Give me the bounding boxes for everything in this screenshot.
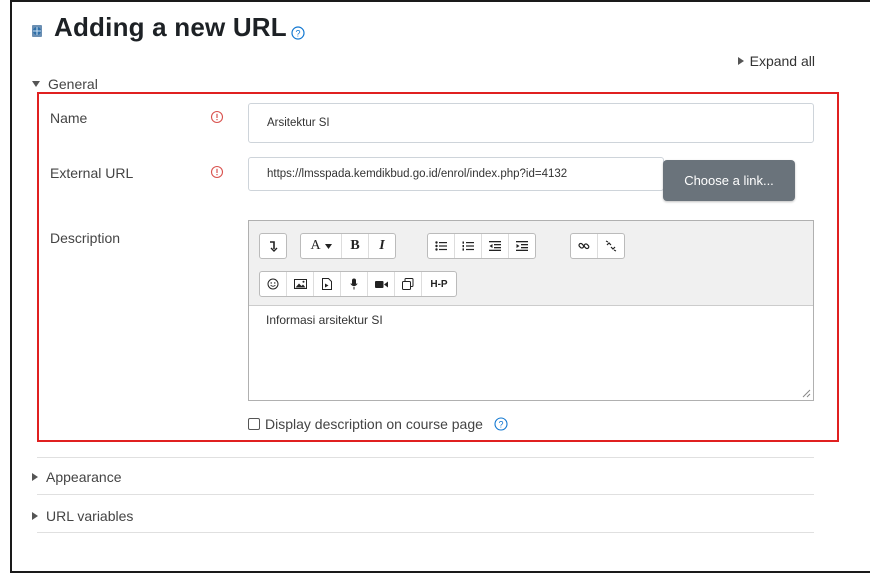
expand-all-link[interactable]: Expand all: [737, 53, 815, 69]
font-style-icon: A: [310, 238, 321, 253]
section-divider: [37, 494, 814, 495]
section-url-variables-label: URL variables: [46, 508, 134, 524]
manage-files-button[interactable]: [395, 272, 422, 296]
section-divider: [37, 457, 814, 458]
collapse-toolbar-button[interactable]: [260, 234, 286, 258]
section-appearance-toggle[interactable]: Appearance: [32, 469, 122, 485]
editor-toolbar: A B I H-P: [249, 221, 813, 306]
required-icon: [210, 165, 224, 184]
media-button[interactable]: [314, 272, 341, 296]
caret-right-icon: [32, 512, 38, 520]
toolbar-group-collapse: [259, 233, 287, 259]
caret-right-icon: [32, 473, 38, 481]
italic-button[interactable]: I: [369, 234, 395, 258]
section-appearance-label: Appearance: [46, 469, 122, 485]
display-description-row: Display description on course page ?: [248, 416, 508, 432]
toolbar-group-text: A B I: [300, 233, 396, 259]
external-url-value: https://lmsspada.kemdikbud.go.id/enrol/i…: [267, 168, 568, 180]
url-module-icon: [32, 24, 42, 37]
outdent-button[interactable]: [482, 234, 509, 258]
indent-button[interactable]: [509, 234, 535, 258]
display-description-label: Display description on course page: [265, 416, 483, 432]
ordered-list-icon: [462, 241, 474, 251]
external-url-label: External URL: [50, 165, 134, 181]
section-general-toggle[interactable]: General: [32, 76, 98, 92]
unordered-list-icon: [435, 241, 447, 251]
toolbar-group-lists: [427, 233, 536, 259]
svg-text:?: ?: [498, 420, 503, 430]
description-text: Informasi arsitektur SI: [266, 313, 383, 327]
resize-handle-icon[interactable]: [802, 389, 811, 398]
font-style-button[interactable]: A: [301, 234, 342, 258]
image-button[interactable]: [287, 272, 314, 296]
chevron-down-icon: [324, 243, 332, 249]
indent-icon: [516, 241, 528, 251]
italic-icon: I: [379, 238, 385, 253]
bold-icon: B: [350, 238, 360, 253]
video-camera-icon: [374, 280, 388, 288]
description-label: Description: [50, 230, 121, 246]
unlink-icon: [605, 240, 617, 252]
name-label: Name: [50, 110, 88, 126]
link-icon: [578, 242, 590, 250]
section-url-variables-toggle[interactable]: URL variables: [32, 508, 133, 524]
h5p-icon: H-P: [430, 278, 448, 290]
caret-right-icon: [737, 57, 744, 65]
image-icon: [293, 279, 307, 289]
link-button[interactable]: [571, 234, 598, 258]
manage-files-icon: [402, 278, 414, 290]
help-icon[interactable]: ?: [494, 417, 508, 431]
external-url-input[interactable]: https://lmsspada.kemdikbud.go.id/enrol/i…: [248, 157, 664, 191]
collapse-icon: [270, 241, 278, 252]
required-icon: [210, 110, 224, 129]
page-heading: Adding a new URL ?: [30, 12, 305, 43]
emoji-button[interactable]: [260, 272, 287, 296]
display-description-checkbox[interactable]: [248, 418, 260, 430]
record-audio-button[interactable]: [341, 272, 368, 296]
media-file-icon: [322, 278, 332, 290]
microphone-icon: [350, 278, 358, 290]
section-divider: [37, 532, 814, 533]
toolbar-group-media: H-P: [259, 271, 457, 297]
outdent-icon: [489, 241, 501, 251]
record-video-button[interactable]: [368, 272, 395, 296]
unordered-list-button[interactable]: [428, 234, 455, 258]
caret-down-icon: [32, 81, 40, 87]
unlink-button[interactable]: [598, 234, 624, 258]
bold-button[interactable]: B: [342, 234, 369, 258]
description-editor[interactable]: A B I H-P Informasi arsitektur SI: [248, 220, 814, 401]
choose-link-button[interactable]: Choose a link...: [663, 160, 795, 201]
name-input-value: Arsitektur SI: [267, 117, 330, 129]
svg-text:?: ?: [295, 28, 300, 38]
ordered-list-button[interactable]: [455, 234, 482, 258]
name-input[interactable]: Arsitektur SI: [248, 103, 814, 143]
toolbar-group-links: [570, 233, 625, 259]
page-title: Adding a new URL: [54, 12, 287, 42]
section-general-label: General: [48, 76, 98, 92]
help-icon[interactable]: ?: [291, 25, 305, 40]
h5p-button[interactable]: H-P: [422, 272, 456, 296]
expand-all-label: Expand all: [749, 53, 815, 69]
emoji-icon: [267, 278, 279, 290]
